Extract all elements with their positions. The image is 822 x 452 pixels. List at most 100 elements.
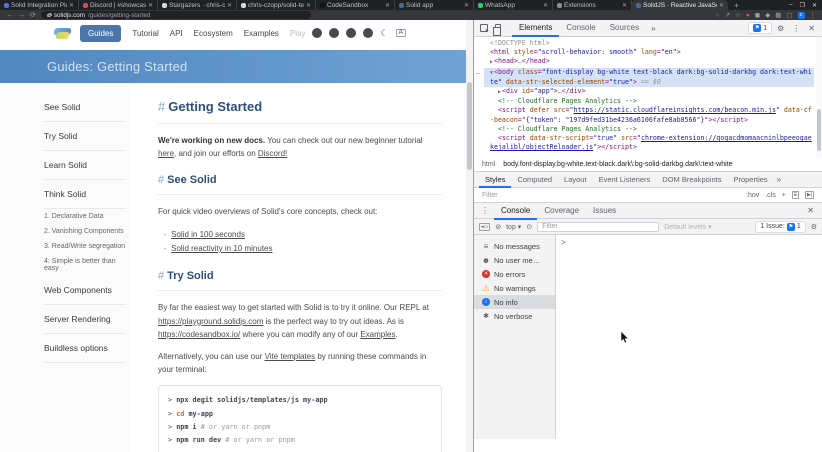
styles-tab[interactable]: Event Listeners bbox=[593, 172, 657, 188]
menu-dots-icon[interactable]: ⋮ bbox=[810, 11, 817, 19]
discord-icon[interactable] bbox=[346, 28, 357, 38]
dom-tree-line[interactable]: <html style="scroll-behavior: smooth" la… bbox=[484, 48, 814, 57]
new-style-rule-button[interactable]: + bbox=[782, 192, 786, 199]
text-token[interactable]: here bbox=[158, 149, 174, 158]
styles-tab[interactable]: Styles bbox=[479, 172, 512, 188]
text-token[interactable]: Discord! bbox=[258, 149, 287, 158]
console-sidebar-item[interactable]: ⚠ No warnings bbox=[474, 281, 555, 295]
extension-gray-icon[interactable]: ◼ bbox=[755, 11, 760, 19]
styles-more-icon[interactable]: » bbox=[774, 175, 784, 184]
address-bar[interactable]: solidjs.com/guides/getting-started bbox=[40, 11, 311, 19]
computed-sidebar-icon[interactable]: ▶| bbox=[804, 191, 814, 199]
hover-state-button[interactable]: :hov bbox=[746, 192, 759, 199]
text-token[interactable]: Solid in 100 seconds bbox=[171, 228, 245, 242]
nav-link[interactable]: Ecosystem bbox=[194, 29, 233, 38]
share-icon[interactable]: ↗ bbox=[725, 11, 730, 19]
hash-anchor[interactable]: # bbox=[158, 174, 164, 186]
dark-mode-moon-icon[interactable]: ☾ bbox=[380, 28, 388, 39]
hash-anchor[interactable]: # bbox=[158, 99, 165, 114]
nav-link[interactable]: Play bbox=[290, 29, 306, 38]
browser-tab[interactable]: SolidJS · Reactive JavaScript ✕ bbox=[632, 0, 728, 10]
bullet-link[interactable]: Solid reactivity in 10 minutes bbox=[164, 242, 442, 256]
sidebar-item[interactable]: Web Components bbox=[44, 276, 126, 305]
sidebar-item[interactable]: 3. Read/Write segregation bbox=[44, 239, 126, 254]
translate-icon[interactable]: A bbox=[395, 29, 407, 37]
nav-link[interactable]: API bbox=[170, 29, 183, 38]
settings-gear-icon[interactable]: ⚙ bbox=[774, 24, 787, 33]
console-sidebar-item[interactable]: i No info bbox=[474, 295, 555, 309]
minimize-button[interactable]: – bbox=[789, 2, 792, 8]
site-scrollbar-thumb[interactable] bbox=[467, 82, 472, 170]
bookmark-star-icon[interactable]: ☆ bbox=[735, 11, 741, 19]
devtools-close-icon[interactable]: ✕ bbox=[805, 24, 818, 33]
tab-close-icon[interactable]: ✕ bbox=[69, 2, 74, 9]
tab-close-icon[interactable]: ✕ bbox=[148, 2, 153, 9]
search-icon[interactable]: ○ bbox=[716, 12, 720, 19]
extension-red-icon[interactable]: ● bbox=[746, 12, 750, 19]
dom-tree-line[interactable]: <script data-str-script="true" src="chro… bbox=[484, 134, 814, 152]
class-toggle-button[interactable]: .cls bbox=[765, 192, 776, 199]
forward-button[interactable]: → bbox=[18, 12, 25, 19]
console-sidebar-item[interactable]: ≡ No messages bbox=[474, 239, 555, 253]
text-token[interactable]: https://playground.solidjs.com bbox=[158, 317, 263, 326]
extension-grid-icon[interactable]: ▦ bbox=[775, 11, 781, 19]
dom-tree-line[interactable]: ▶<head>…</head> bbox=[484, 57, 814, 67]
live-expression-eye-icon[interactable]: ⊙ bbox=[526, 223, 532, 231]
breadcrumb-root[interactable]: html bbox=[482, 161, 495, 168]
styles-tab[interactable]: DOM Breakpoints bbox=[656, 172, 727, 188]
console-sidebar-item[interactable]: ✕ No errors bbox=[474, 267, 555, 281]
rendering-emulation-icon[interactable]: ⌸ bbox=[791, 191, 799, 199]
devtools-tab[interactable]: Elements bbox=[512, 19, 560, 37]
extension-square-icon[interactable]: ▢ bbox=[786, 11, 792, 19]
sidebar-item[interactable]: See Solid bbox=[44, 93, 126, 122]
inspect-element-icon[interactable] bbox=[480, 24, 488, 32]
sidebar-item[interactable]: Think Solid bbox=[44, 180, 126, 209]
nav-link[interactable]: Guides bbox=[80, 24, 122, 42]
sidebar-item[interactable]: Server Rendering bbox=[44, 305, 126, 334]
twitter-icon[interactable] bbox=[363, 28, 374, 38]
tree-scrollbar[interactable] bbox=[816, 37, 822, 158]
browser-tab[interactable]: WhatsApp ✕ bbox=[474, 0, 553, 10]
console-sidebar-item[interactable]: ☻ No user me… bbox=[474, 253, 555, 267]
tree-scrollbar-thumb[interactable] bbox=[817, 109, 821, 151]
profile-avatar[interactable]: c bbox=[797, 11, 805, 19]
clear-console-icon[interactable]: ⊘ bbox=[495, 223, 501, 231]
device-toolbar-icon[interactable] bbox=[493, 24, 501, 36]
context-selector[interactable]: top ▾ bbox=[506, 223, 521, 231]
console-sidebar-item[interactable]: ✱ No verbose bbox=[474, 309, 555, 323]
drawer-close-icon[interactable]: ✕ bbox=[807, 206, 818, 215]
text-token[interactable]: Vite templates bbox=[265, 352, 316, 361]
dom-tree-line[interactable]: <!-- Cloudflare Pages Analytics --> bbox=[484, 97, 814, 106]
dom-tree-line[interactable]: … ▼<body class="font-display bg-white tex… bbox=[476, 67, 814, 88]
breadcrumb-current[interactable]: body.font-display.bg-white.text-black.da… bbox=[503, 161, 732, 168]
styles-tab[interactable]: Computed bbox=[511, 172, 558, 188]
issues-badge[interactable]: ⚑ 1 bbox=[748, 22, 773, 34]
sidebar-item[interactable]: Learn Solid bbox=[44, 151, 126, 180]
tab-close-icon[interactable]: ✕ bbox=[719, 2, 724, 9]
nav-link[interactable]: Examples bbox=[244, 29, 279, 38]
site-scrollbar[interactable] bbox=[466, 20, 473, 452]
console-issues-badge[interactable]: 1 Issue: ⚑ 1 bbox=[755, 220, 806, 233]
browser-tab[interactable]: Solid app ✕ bbox=[395, 0, 474, 10]
dom-tree-line[interactable]: <!DOCTYPE html> bbox=[484, 39, 814, 48]
close-button[interactable]: ✕ bbox=[812, 2, 817, 9]
console-tab[interactable]: Issues bbox=[586, 202, 623, 220]
inline-link[interactable]: https://static.cloudflareinsights.com/be… bbox=[573, 106, 775, 114]
sidebar-item[interactable]: 2. Vanishing Components bbox=[44, 224, 126, 239]
styles-tab[interactable]: Properties bbox=[727, 172, 773, 188]
dom-tree-line[interactable]: <script defer src="https://static.cloudf… bbox=[484, 106, 814, 124]
dom-tree-line[interactable]: <!-- Cloudflare Pages Analytics --> bbox=[484, 125, 814, 134]
browser-tab[interactable]: CodeSandbox ✕ bbox=[316, 0, 395, 10]
tab-close-icon[interactable]: ✕ bbox=[306, 2, 311, 9]
dom-tree-line[interactable]: ▶<div id="app">…</div> bbox=[484, 87, 814, 97]
console-tab[interactable]: Coverage bbox=[537, 202, 586, 220]
tab-close-icon[interactable]: ✕ bbox=[543, 2, 548, 9]
styles-filter-input[interactable]: Filter bbox=[482, 192, 498, 199]
console-output[interactable]: > bbox=[556, 235, 822, 439]
extension-dark-icon[interactable]: ◆ bbox=[765, 11, 770, 19]
reload-button[interactable]: ⟳ bbox=[30, 11, 36, 19]
reddit-icon[interactable] bbox=[329, 28, 340, 38]
browser-tab[interactable]: Extensions ✕ bbox=[553, 0, 632, 10]
github-icon[interactable] bbox=[312, 28, 323, 38]
browser-tab[interactable]: Stargazers · chris-czopp/s ✕ bbox=[158, 0, 237, 10]
